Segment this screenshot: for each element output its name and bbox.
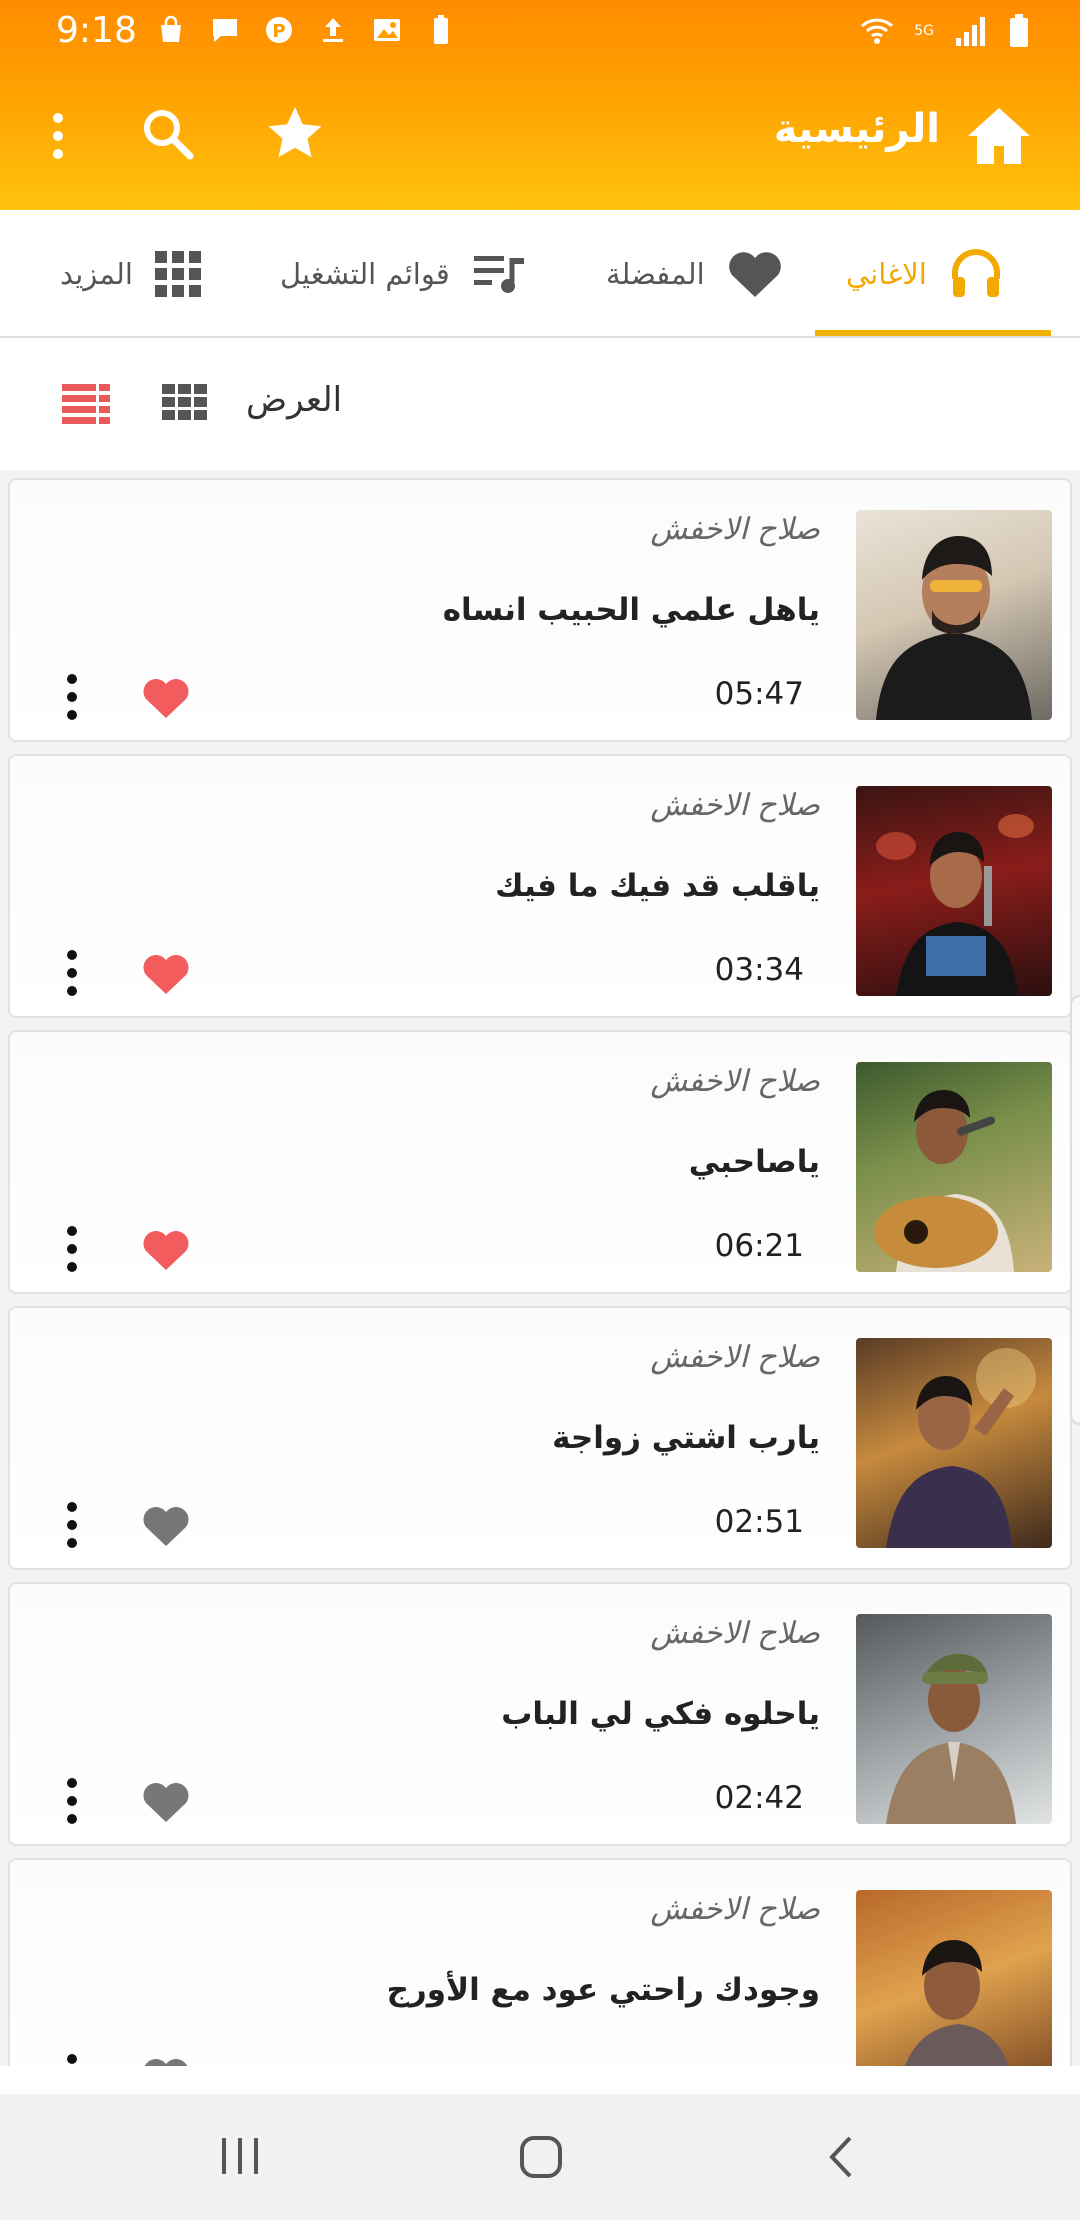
system-status-icons: 5G bbox=[860, 14, 1030, 48]
favorite-heart-icon[interactable] bbox=[142, 1228, 190, 1272]
favorite-heart-icon[interactable] bbox=[142, 1780, 190, 1824]
image-icon bbox=[374, 19, 400, 41]
song-thumbnail bbox=[856, 1062, 1052, 1272]
apps-grid-icon bbox=[154, 251, 201, 297]
network-type-label: 5G bbox=[914, 23, 934, 39]
song-card[interactable]: صلاح الاخفش وجودك راحتي عود مع الأورج bbox=[8, 1858, 1072, 2066]
view-label: العرض bbox=[246, 380, 343, 420]
back-icon[interactable] bbox=[826, 2134, 856, 2180]
star-icon[interactable] bbox=[266, 104, 324, 162]
favorite-heart-icon[interactable] bbox=[142, 1504, 190, 1548]
artist-photo bbox=[904, 1940, 1009, 2066]
artist-photo bbox=[876, 536, 1032, 720]
song-list[interactable]: صلاح الاخفش ياهل علمي الحبيب انساه 05:47… bbox=[0, 470, 1080, 2066]
song-artist: صلاح الاخفش bbox=[650, 1616, 820, 1651]
song-artist: صلاح الاخفش bbox=[650, 1064, 820, 1099]
song-options-icon[interactable] bbox=[62, 1500, 82, 1550]
status-bar: 9:18 P 5G bbox=[0, 0, 1080, 62]
search-icon[interactable] bbox=[140, 106, 196, 162]
song-card[interactable]: صلاح الاخفش يارب اشتي زواجة 02:51 bbox=[8, 1306, 1072, 1570]
song-title: ياصاحبي bbox=[688, 1144, 820, 1180]
song-options-icon[interactable] bbox=[62, 672, 82, 722]
artist-photo bbox=[886, 1654, 1016, 1824]
song-card[interactable]: صلاح الاخفش ياحلوه فكي لي الباب 02:42 bbox=[8, 1582, 1072, 1846]
headphones-icon bbox=[951, 249, 1000, 297]
song-artist: صلاح الاخفش bbox=[650, 512, 820, 547]
song-thumbnail bbox=[856, 1614, 1052, 1824]
more-vert-icon[interactable] bbox=[40, 110, 76, 162]
song-thumbnail bbox=[856, 1890, 1052, 2066]
grid-view-icon[interactable] bbox=[162, 384, 208, 420]
app-bar: الرئيسية bbox=[0, 62, 1080, 210]
heart-icon bbox=[728, 252, 781, 297]
home-icon[interactable] bbox=[966, 104, 1032, 166]
song-options-icon[interactable] bbox=[62, 2052, 82, 2066]
wifi-icon bbox=[861, 18, 894, 44]
song-options-icon[interactable] bbox=[62, 1224, 82, 1274]
home-button-icon[interactable] bbox=[518, 2134, 564, 2180]
song-card[interactable]: صلاح الاخفش ياقلب قد فيك ما فيك 03:34 bbox=[8, 754, 1072, 1018]
message-icon bbox=[213, 19, 237, 42]
song-duration: 03:34 bbox=[714, 952, 804, 988]
song-title: ياقلب قد فيك ما فيك bbox=[495, 868, 820, 904]
tab-playlists[interactable]: قوائم التشغيل bbox=[280, 210, 526, 338]
song-duration: 02:42 bbox=[714, 1780, 804, 1816]
song-title: ياهل علمي الحبيب انساه bbox=[442, 592, 820, 628]
song-title: يارب اشتي زواجة bbox=[552, 1420, 820, 1456]
tab-label: الاغاني bbox=[846, 257, 927, 291]
song-duration: 05:47 bbox=[714, 676, 804, 712]
edge-panel-handle[interactable] bbox=[1070, 995, 1080, 1425]
tab-more[interactable]: المزيد bbox=[60, 210, 201, 338]
artist-photo bbox=[876, 814, 1034, 996]
list-view-icon[interactable] bbox=[62, 384, 110, 424]
signal-icon bbox=[956, 17, 985, 46]
song-duration: 06:21 bbox=[714, 1228, 804, 1264]
pinterest-icon: P bbox=[266, 17, 292, 43]
battery-full-icon bbox=[434, 15, 448, 44]
system-nav-bar bbox=[0, 2094, 1080, 2220]
tab-songs[interactable]: الاغاني bbox=[846, 210, 1003, 338]
tab-bar: الاغاني المفضلة قوائم التشغيل المزيد bbox=[0, 210, 1080, 338]
tab-favorites[interactable]: المفضلة bbox=[606, 210, 783, 338]
artist-photo bbox=[874, 1090, 1014, 1272]
tab-label: المزيد bbox=[60, 257, 133, 291]
favorite-heart-icon[interactable] bbox=[142, 2056, 190, 2066]
tab-label: المفضلة bbox=[606, 257, 705, 291]
playlist-icon bbox=[473, 256, 524, 293]
notification-icons: P bbox=[155, 14, 457, 46]
page-title: الرئيسية bbox=[773, 106, 940, 152]
recent-apps-icon[interactable] bbox=[218, 2136, 262, 2176]
song-artist: صلاح الاخفش bbox=[650, 788, 820, 823]
upload-icon bbox=[323, 18, 343, 42]
song-card[interactable]: صلاح الاخفش ياهل علمي الحبيب انساه 05:47 bbox=[8, 478, 1072, 742]
active-tab-indicator bbox=[815, 330, 1051, 336]
svg-text:P: P bbox=[272, 21, 285, 42]
song-options-icon[interactable] bbox=[62, 948, 82, 998]
song-title: وجودك راحتي عود مع الأورج bbox=[386, 1972, 820, 2008]
top-header: 9:18 P 5G الرئيسية bbox=[0, 0, 1080, 210]
song-card[interactable]: صلاح الاخفش ياصاحبي 06:21 bbox=[8, 1030, 1072, 1294]
song-title: ياحلوه فكي لي الباب bbox=[501, 1696, 820, 1732]
favorite-heart-icon[interactable] bbox=[142, 676, 190, 720]
song-thumbnail bbox=[856, 510, 1052, 720]
song-duration: 02:51 bbox=[714, 1504, 804, 1540]
song-options-icon[interactable] bbox=[62, 1776, 82, 1826]
status-time: 9:18 bbox=[56, 10, 137, 51]
song-artist: صلاح الاخفش bbox=[650, 1892, 820, 1927]
song-thumbnail bbox=[856, 1338, 1052, 1548]
song-thumbnail bbox=[856, 786, 1052, 996]
artist-photo bbox=[886, 1348, 1036, 1548]
shopping-bag-icon bbox=[161, 15, 181, 42]
battery-icon bbox=[1010, 14, 1028, 47]
favorite-heart-icon[interactable] bbox=[142, 952, 190, 996]
song-artist: صلاح الاخفش bbox=[650, 1340, 820, 1375]
tab-label: قوائم التشغيل bbox=[280, 257, 450, 291]
